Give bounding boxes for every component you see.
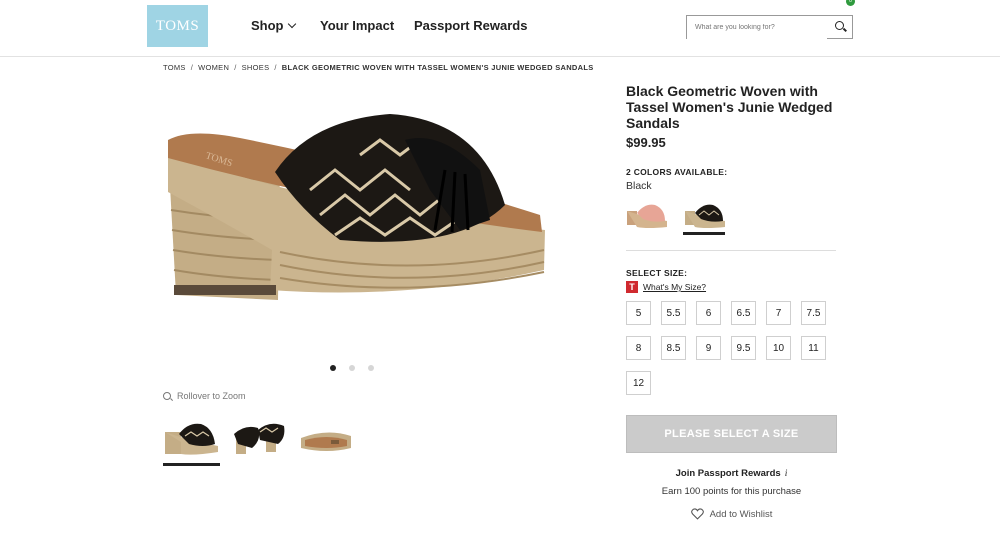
size-grid: 5 5.5 6 6.5 7 7.5 8 8.5 9 9.5 10 11 12	[626, 301, 856, 395]
thumbnail-sole-image	[301, 432, 351, 451]
pink-sandal-image	[627, 204, 667, 228]
swatch-pink[interactable]	[625, 197, 669, 234]
size-option[interactable]: 11	[801, 336, 826, 360]
search-icon[interactable]	[835, 21, 844, 30]
size-option[interactable]: 5.5	[661, 301, 686, 325]
size-option[interactable]: 7	[766, 301, 791, 325]
heart-icon	[690, 508, 704, 520]
size-option[interactable]: 9	[696, 336, 721, 360]
color-swatches	[625, 197, 727, 235]
whats-my-size-link[interactable]: What's My Size?	[643, 282, 706, 292]
zoom-label: Rollover to Zoom	[177, 391, 246, 401]
logo-text: TOMS	[155, 17, 200, 34]
nav-shop[interactable]: Shop	[251, 18, 296, 33]
thumbnail-pair-view[interactable]	[230, 418, 287, 466]
size-option[interactable]: 10	[766, 336, 791, 360]
toms-logo[interactable]: TOMS	[147, 5, 208, 47]
size-option[interactable]: 6.5	[731, 301, 756, 325]
thumbnail-side-image	[165, 423, 218, 455]
heel-base	[174, 285, 276, 295]
zoom-icon	[163, 392, 171, 400]
chevron-down-icon	[287, 19, 296, 29]
selected-color-name: Black	[626, 180, 652, 192]
info-icon[interactable]: i	[785, 469, 788, 479]
size-option[interactable]: 8	[626, 336, 651, 360]
image-carousel-dots	[330, 365, 374, 371]
search-box	[686, 15, 853, 39]
nav-your-impact-label: Your Impact	[320, 18, 395, 33]
thumbnail-side-view[interactable]	[163, 418, 220, 466]
carousel-dot[interactable]	[330, 365, 336, 371]
product-price: $99.95	[626, 135, 666, 150]
nav-your-impact[interactable]: Your Impact	[320, 18, 394, 33]
breadcrumb-current: BLACK GEOMETRIC WOVEN WITH TASSEL WOMEN'…	[281, 63, 594, 72]
product-title: Black Geometric Woven with Tassel Women'…	[626, 83, 833, 131]
search-input[interactable]	[687, 16, 827, 39]
main-product-image[interactable]: TOMS	[160, 100, 560, 320]
swatch-black[interactable]	[683, 197, 727, 235]
thumbnail-pair-image	[234, 423, 285, 454]
breadcrumb-separator: /	[274, 63, 277, 72]
nav-passport-rewards[interactable]: Passport Rewards	[414, 18, 527, 33]
breadcrumb-separator: /	[234, 63, 237, 72]
carousel-dot[interactable]	[368, 365, 374, 371]
passport-title: Join Passport Rewards	[675, 468, 781, 479]
add-to-wishlist[interactable]: Add to Wishlist	[626, 508, 837, 520]
breadcrumb-toms[interactable]: TOMS	[163, 63, 186, 72]
size-option[interactable]: 9.5	[731, 336, 756, 360]
divider	[626, 250, 836, 251]
thumbnail-sole-view[interactable]	[297, 418, 354, 466]
passport-rewards-promo: Join Passport Rewards i	[626, 468, 837, 479]
size-option[interactable]: 12	[626, 371, 651, 395]
site-header: TOMS Shop Your Impact Passport Rewards 0	[0, 0, 1000, 57]
black-sandal-image	[685, 204, 725, 228]
wishlist-label: Add to Wishlist	[709, 508, 773, 520]
nav-passport-rewards-label: Passport Rewards	[414, 18, 528, 33]
breadcrumb-women[interactable]: WOMEN	[198, 63, 229, 72]
select-size-button[interactable]: PLEASE SELECT A SIZE	[626, 415, 837, 453]
size-option[interactable]: 5	[626, 301, 651, 325]
nav-shop-label: Shop	[251, 18, 284, 33]
size-option[interactable]: 8.5	[661, 336, 686, 360]
zoom-hint: Rollover to Zoom	[163, 391, 246, 401]
select-size-label: SELECT SIZE:	[626, 268, 688, 278]
breadcrumb-separator: /	[190, 63, 194, 72]
toms-t-badge-icon: T	[626, 281, 638, 293]
size-option[interactable]: 7.5	[801, 301, 826, 325]
size-guide: T What's My Size?	[626, 281, 706, 293]
breadcrumb-shoes[interactable]: SHOES	[242, 63, 270, 72]
breadcrumb: TOMS / WOMEN / SHOES / BLACK GEOMETRIC WOVEN W…	[163, 63, 594, 72]
size-option[interactable]: 6	[696, 301, 721, 325]
carousel-dot[interactable]	[349, 365, 355, 371]
earn-points-text: Earn 100 points for this purchase	[661, 486, 802, 497]
thumbnail-strip	[163, 418, 354, 466]
colors-available-label: 2 COLORS AVAILABLE:	[626, 167, 728, 177]
cart-count-badge[interactable]: 0	[846, 0, 855, 6]
